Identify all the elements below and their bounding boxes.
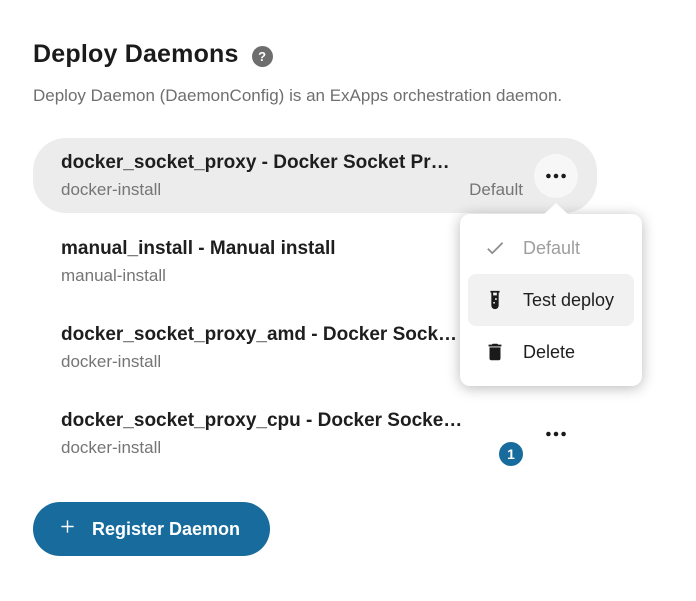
help-icon[interactable]: ?	[252, 46, 273, 67]
daemon-text: docker_socket_proxy_cpu - Docker Socke… …	[61, 408, 499, 459]
daemon-actions-menu: Default Test deploy Delete	[460, 214, 642, 386]
daemon-row-docker-socket-proxy: docker_socket_proxy - Docker Socket Pr… …	[33, 138, 597, 213]
dots-horizontal-icon	[543, 163, 569, 189]
menu-item-test-deploy[interactable]: Test deploy	[468, 274, 634, 326]
menu-item-label: Default	[523, 238, 580, 259]
daemon-title: docker_socket_proxy_cpu - Docker Socke…	[61, 408, 499, 434]
default-indicator: Default	[469, 180, 523, 200]
menu-item-label: Delete	[523, 342, 575, 363]
daemon-actions-button[interactable]	[534, 154, 578, 198]
exapps-count-badge: 1	[499, 442, 523, 466]
daemon-row-docker-socket-proxy-cpu: docker_socket_proxy_cpu - Docker Socke… …	[33, 396, 597, 471]
section-description: Deploy Daemon (DaemonConfig) is an ExApp…	[33, 86, 663, 106]
plus-icon	[57, 516, 78, 542]
section-header: Deploy Daemons ?	[33, 40, 273, 69]
menu-item-delete[interactable]: Delete	[468, 326, 634, 378]
daemon-text: docker_socket_proxy - Docker Socket Pr… …	[61, 150, 469, 201]
check-icon	[484, 237, 506, 259]
menu-item-default[interactable]: Default	[468, 222, 634, 274]
daemon-title: docker_socket_proxy - Docker Socket Pr…	[61, 150, 469, 176]
page-title: Deploy Daemons	[33, 40, 239, 69]
menu-item-label: Test deploy	[523, 290, 614, 311]
deploy-daemons-section: Deploy Daemons ? Deploy Daemon (DaemonCo…	[0, 0, 696, 601]
register-daemon-label: Register Daemon	[92, 519, 240, 540]
trash-icon	[484, 341, 506, 363]
test-tube-icon	[484, 289, 506, 311]
register-daemon-button[interactable]: Register Daemon	[33, 502, 270, 556]
daemon-subtitle: docker-install	[61, 437, 499, 459]
daemon-subtitle: docker-install	[61, 179, 469, 201]
dots-horizontal-icon	[543, 421, 569, 447]
daemon-actions-button[interactable]	[534, 412, 578, 456]
